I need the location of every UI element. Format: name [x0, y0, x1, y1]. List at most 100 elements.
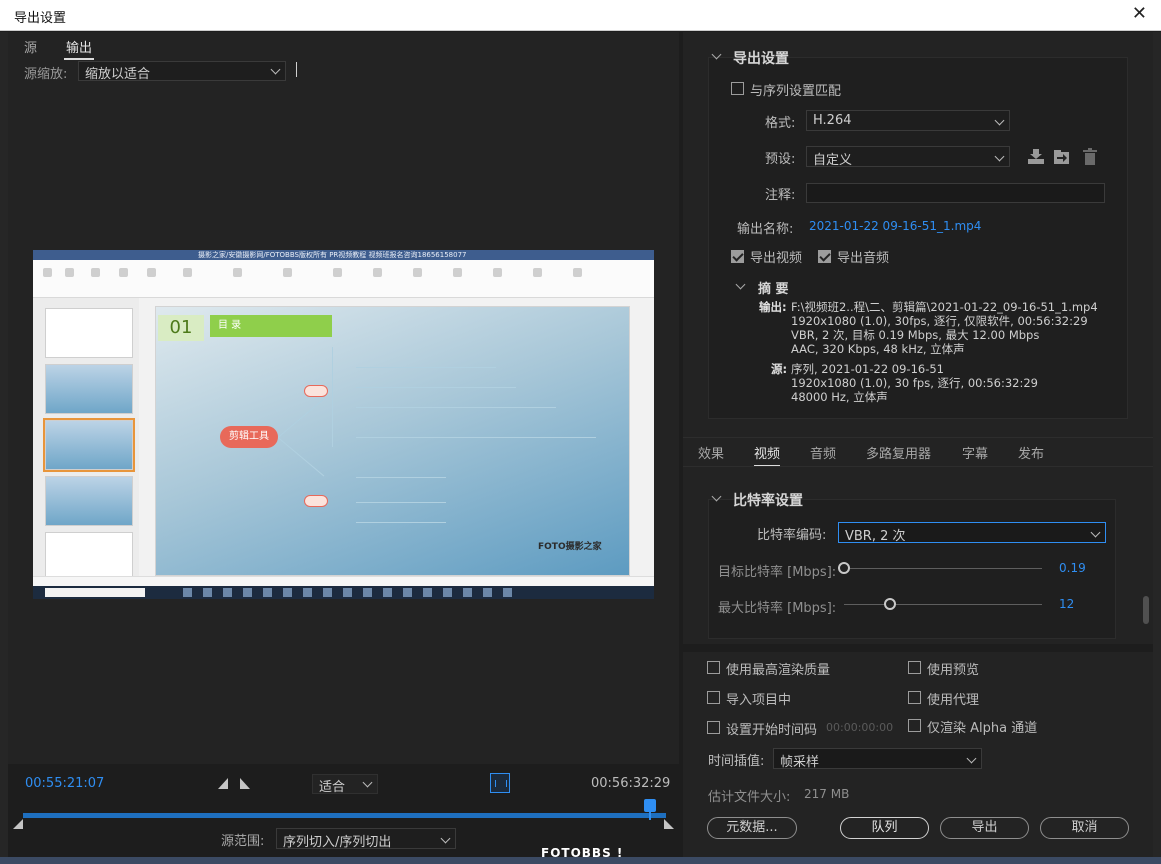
- source-range-value: 序列切入/序列切出: [283, 835, 392, 850]
- preset-dropdown[interactable]: 自定义: [806, 146, 1010, 168]
- summary-source-line: 48000 Hz, 立体声: [791, 390, 888, 404]
- source-scale-row: 源缩放: 缩放以适合: [8, 60, 679, 82]
- mindmap-central-node: 剪辑工具: [220, 426, 278, 448]
- tab-video[interactable]: 视频: [754, 443, 781, 467]
- slide-heading: 目 录: [210, 315, 332, 337]
- slide-thumb: [45, 364, 133, 414]
- slide-thumb: [45, 308, 133, 358]
- cancel-button[interactable]: 取消: [1040, 817, 1129, 839]
- mark-in-icon[interactable]: [218, 778, 228, 793]
- target-bitrate-knob[interactable]: [838, 562, 850, 574]
- time-interpolation-value: 帧采样: [780, 755, 820, 770]
- estimated-size-label: 估计文件大小:: [708, 790, 791, 805]
- preview-app-title: 摄影之家/安徽摄影网/FOTOBBS版权所有 PR视频教程 视频班报名咨询186…: [198, 251, 467, 259]
- bitrate-encoding-dropdown[interactable]: VBR, 2 次: [838, 522, 1106, 544]
- video-preview: 摄影之家/安徽摄影网/FOTOBBS版权所有 PR视频教程 视频班报名咨询186…: [33, 250, 654, 599]
- playhead-handle[interactable]: [644, 799, 656, 812]
- slide-thumb: [45, 532, 133, 582]
- metadata-button[interactable]: 元数据...: [707, 817, 797, 839]
- use-proxies-label: 使用代理: [927, 693, 980, 708]
- text-cursor: [296, 62, 297, 77]
- tab-output[interactable]: 输出: [63, 37, 95, 60]
- import-into-project-checkbox[interactable]: [707, 691, 720, 704]
- export-video-label: 导出视频: [750, 251, 803, 266]
- source-scale-value: 缩放以适合: [85, 67, 151, 82]
- match-sequence-checkbox[interactable]: [731, 82, 744, 95]
- chevron-down-icon: [362, 777, 373, 788]
- source-range-dropdown[interactable]: 序列切入/序列切出: [276, 828, 456, 850]
- export-settings-header: 导出设置: [733, 51, 789, 67]
- delete-preset-icon[interactable]: [1082, 148, 1100, 165]
- bitrate-encoding-value: VBR, 2 次: [845, 529, 906, 544]
- aspect-correction-icon[interactable]: [490, 773, 510, 793]
- fotobbs-watermark: FOTOBBS !: [541, 846, 624, 860]
- max-bitrate-label: 最大比特率 [Mbps]:: [718, 601, 837, 616]
- out-point-handle[interactable]: [664, 818, 674, 833]
- summary-header: 摘 要: [758, 282, 789, 297]
- current-timecode[interactable]: 00:55:21:07: [25, 776, 104, 791]
- slide-number: 01: [158, 315, 204, 341]
- chevron-down-icon: [994, 115, 1005, 126]
- format-value: H.264: [813, 113, 852, 128]
- tab-captions[interactable]: 字幕: [962, 443, 988, 462]
- use-proxies-checkbox[interactable]: [908, 691, 921, 704]
- slide-thumb: [45, 476, 133, 526]
- preview-slide-thumbnails: [33, 298, 139, 582]
- window-titlebar: 导出设置 ✕: [0, 0, 1161, 31]
- max-render-quality-checkbox[interactable]: [707, 661, 720, 674]
- export-audio-checkbox[interactable]: [818, 250, 831, 263]
- source-scale-dropdown[interactable]: 缩放以适合: [78, 61, 286, 82]
- set-start-timecode-label: 设置开始时间码: [726, 723, 818, 738]
- tab-publish[interactable]: 发布: [1018, 443, 1044, 462]
- import-into-project-label: 导入项目中: [726, 693, 792, 708]
- render-alpha-only-label: 仅渲染 Alpha 通道: [927, 721, 1038, 736]
- export-audio-label: 导出音频: [837, 251, 890, 266]
- time-interpolation-label: 时间插值:: [708, 754, 765, 769]
- queue-button[interactable]: 队列: [840, 817, 929, 839]
- target-bitrate-label: 目标比特率 [Mbps]:: [718, 565, 837, 580]
- fit-dropdown[interactable]: 适合: [312, 774, 378, 795]
- tab-audio[interactable]: 音频: [810, 443, 836, 462]
- left-edge-strip: [0, 32, 8, 864]
- target-bitrate-slider[interactable]: [838, 568, 1042, 569]
- settings-scrollbar[interactable]: [1143, 596, 1149, 624]
- target-bitrate-value[interactable]: 0.19: [1059, 561, 1086, 575]
- import-preset-icon[interactable]: [1053, 149, 1071, 165]
- tab-multiplexer[interactable]: 多路复用器: [866, 443, 931, 462]
- save-preset-icon[interactable]: [1027, 149, 1045, 165]
- chevron-down-icon: [1090, 527, 1101, 538]
- preview-slide: 01 目 录 剪辑工具 FOTO摄影之家: [155, 306, 630, 576]
- preset-label: 预设:: [765, 152, 796, 167]
- format-dropdown[interactable]: H.264: [806, 110, 1010, 131]
- summary-output-line: VBR, 2 次, 目标 0.19 Mbps, 最大 12.00 Mbps: [791, 328, 1040, 342]
- max-bitrate-knob[interactable]: [883, 598, 896, 610]
- right-edge-strip: [1153, 32, 1161, 864]
- use-previews-checkbox[interactable]: [908, 661, 921, 674]
- max-bitrate-value[interactable]: 12: [1059, 597, 1074, 611]
- in-point-handle[interactable]: [13, 818, 23, 833]
- export-video-checkbox[interactable]: [731, 250, 744, 263]
- chevron-down-icon: [994, 151, 1005, 162]
- output-name-link[interactable]: 2021-01-22 09-16-51_1.mp4: [809, 219, 981, 233]
- fit-value: 适合: [319, 780, 346, 795]
- summary-source-line: 序列, 2021-01-22 09-16-51: [791, 362, 944, 376]
- set-start-timecode-checkbox[interactable]: [707, 721, 720, 734]
- bitrate-header: 比特率设置: [733, 493, 803, 509]
- slide-thumb-selected: [43, 418, 135, 472]
- summary-output-line: AAC, 320 Kbps, 48 kHz, 立体声: [791, 342, 965, 356]
- mark-out-icon[interactable]: [240, 778, 250, 793]
- preview-statusbar: [33, 576, 654, 586]
- tab-source[interactable]: 源: [24, 37, 37, 56]
- comment-input[interactable]: [806, 183, 1105, 203]
- start-timecode-value[interactable]: 00:00:00:00: [826, 721, 893, 734]
- render-alpha-only-checkbox[interactable]: [908, 719, 921, 732]
- end-timecode: 00:56:32:29: [591, 776, 671, 791]
- max-render-quality-label: 使用最高渲染质量: [726, 663, 831, 678]
- source-range-track[interactable]: [23, 813, 666, 818]
- close-icon[interactable]: ✕: [1132, 4, 1147, 24]
- max-bitrate-slider[interactable]: [844, 604, 1042, 605]
- tab-effects[interactable]: 效果: [698, 443, 724, 462]
- export-button[interactable]: 导出: [940, 817, 1029, 839]
- use-previews-label: 使用预览: [927, 663, 980, 678]
- time-interpolation-dropdown[interactable]: 帧采样: [773, 748, 982, 770]
